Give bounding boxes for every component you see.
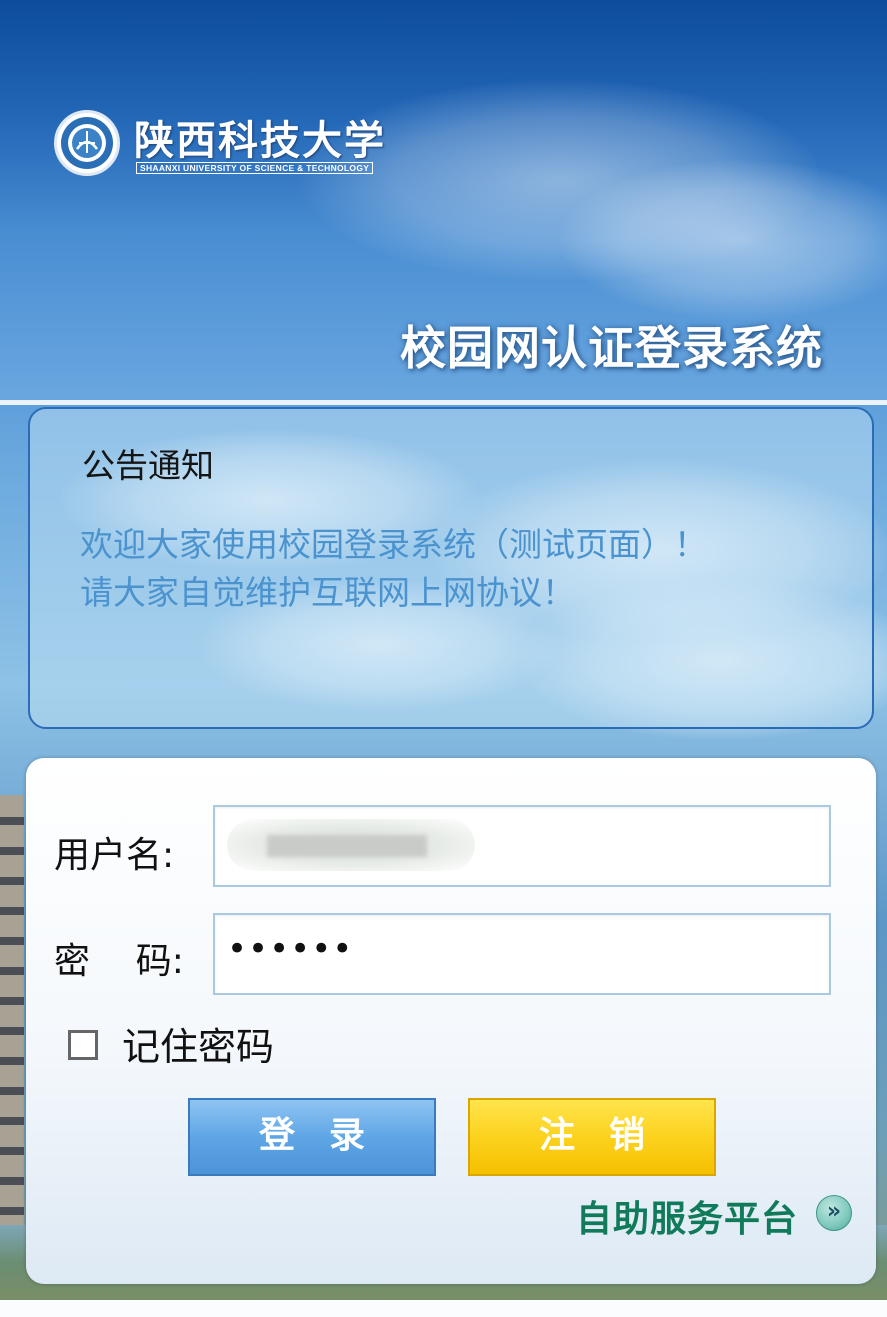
login-form: 用户名: 密 码: •••••• 记住密码 登录 注销 自助服务平台 » (26, 758, 876, 1284)
remember-password-checkbox[interactable] (68, 1030, 98, 1060)
double-chevron-right-icon[interactable]: » (816, 1195, 852, 1231)
bottom-strip (0, 1300, 887, 1317)
system-title: 校园网认证登录系统 (400, 321, 823, 375)
redaction-blur (267, 835, 427, 857)
university-logo: 陕西科技大学 SHAANXI UNIVERSITY OF SCIENCE & T… (54, 106, 404, 180)
background-building (0, 795, 24, 1225)
username-value-redacted (227, 819, 475, 871)
login-button[interactable]: 登录 (188, 1098, 436, 1176)
header-divider (0, 400, 887, 405)
password-value: •••••• (227, 929, 354, 969)
logout-button[interactable]: 注销 (468, 1098, 716, 1176)
password-label: 密 码: (54, 941, 184, 982)
username-input[interactable] (213, 805, 831, 887)
notice-title: 公告通知 (82, 446, 214, 485)
university-name-zh: 陕西科技大学 (134, 117, 386, 164)
notice-panel: 公告通知 欢迎大家使用校园登录系统（测试页面）！ 请大家自觉维护互联网上网协议！ (28, 407, 874, 729)
notice-content: 欢迎大家使用校园登录系统（测试页面）！ 请大家自觉维护互联网上网协议！ (80, 521, 707, 617)
notice-line: 欢迎大家使用校园登录系统（测试页面）！ (80, 525, 707, 564)
university-emblem-graphic (61, 117, 113, 169)
login-page: 陕西科技大学 SHAANXI UNIVERSITY OF SCIENCE & T… (0, 0, 887, 1317)
password-input[interactable]: •••••• (213, 913, 831, 995)
university-name-en: SHAANXI UNIVERSITY OF SCIENCE & TECHNOLO… (136, 162, 374, 174)
cloud-decoration (560, 160, 887, 320)
remember-password-label[interactable]: 记住密码 (122, 1016, 274, 1071)
self-service-link[interactable]: 自助服务平台 (576, 1190, 798, 1242)
notice-line: 请大家自觉维护互联网上网协议！ (80, 573, 575, 612)
username-label: 用户名: (54, 835, 175, 876)
university-emblem-icon (54, 110, 120, 176)
header-banner: 陕西科技大学 SHAANXI UNIVERSITY OF SCIENCE & T… (0, 0, 887, 402)
